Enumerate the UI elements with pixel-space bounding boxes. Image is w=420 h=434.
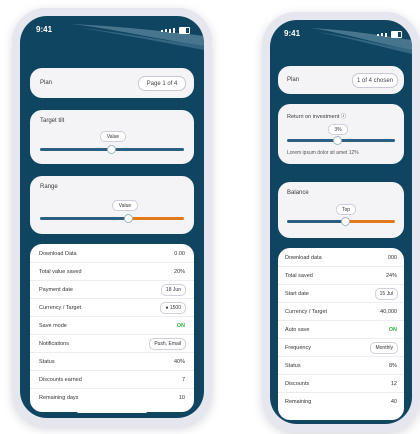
phone-left-screen: 9:41 Plan Page 1 of 4 Target tilt Value … bbox=[20, 16, 204, 418]
balance-slider-track-left[interactable] bbox=[287, 220, 345, 223]
settings-list: Download Data 0.00 Total value saved 20%… bbox=[30, 244, 194, 412]
list-item-value: 7 bbox=[181, 377, 185, 383]
target-slider-bubble: Value bbox=[100, 131, 126, 142]
list-item-value: 8% bbox=[389, 363, 397, 369]
target-slider-label: Target tilt bbox=[40, 118, 65, 124]
list-item[interactable]: Notifications Push, Email bbox=[30, 336, 194, 353]
roi-slider-knob[interactable] bbox=[333, 136, 342, 145]
list-item-label: Currency / Target bbox=[285, 309, 328, 315]
status-time: 9:41 bbox=[284, 29, 301, 38]
list-item[interactable]: Start date 15 Jul bbox=[278, 286, 404, 303]
list-item-label: Currency / Target bbox=[39, 305, 82, 311]
list-item[interactable]: Status 40% bbox=[30, 354, 194, 371]
list-item[interactable]: Save mode ON bbox=[30, 318, 194, 335]
list-item[interactable]: Remaining days 10 bbox=[30, 390, 194, 406]
plan-pill[interactable]: Page 1 of 4 bbox=[138, 76, 186, 91]
range-slider-label: Range bbox=[40, 184, 58, 190]
date-dropdown[interactable]: 15 Jul bbox=[374, 288, 398, 300]
balance-slider-label: Balance bbox=[287, 190, 309, 196]
range-slider-track-left[interactable] bbox=[40, 217, 128, 220]
list-item-value: 40,000 bbox=[380, 309, 397, 315]
status-bar: 9:41 bbox=[270, 29, 412, 41]
roi-slider-caption: Lorem ipsum dolor sit amet 12% bbox=[287, 150, 359, 156]
phone-left: 9:41 Plan Page 1 of 4 Target tilt Value … bbox=[12, 8, 212, 426]
list-item[interactable]: Download data 000 bbox=[278, 250, 404, 267]
list-item[interactable]: Download Data 0.00 bbox=[30, 246, 194, 263]
status-bar: 9:41 bbox=[20, 25, 204, 37]
balance-slider-track-right[interactable] bbox=[345, 220, 395, 223]
list-item-label: Download data bbox=[285, 255, 322, 261]
list-item-value: 10 bbox=[178, 395, 185, 401]
signal-battery-icons bbox=[377, 31, 402, 38]
list-item[interactable]: Payment date 18 Jun bbox=[30, 282, 194, 299]
roi-slider-card: Return on investment ⓘ 3% Lorem ipsum do… bbox=[278, 104, 404, 164]
list-item-label: Status bbox=[285, 363, 301, 369]
list-item-label: Status bbox=[39, 359, 55, 365]
list-item[interactable]: Remaining 40 bbox=[278, 394, 404, 410]
toggle-switch[interactable]: ON bbox=[389, 327, 397, 333]
list-item-label: Auto save bbox=[285, 327, 310, 333]
list-item-label: Total value saved bbox=[39, 269, 82, 275]
battery-icon bbox=[391, 31, 402, 38]
list-item[interactable]: Auto save ON bbox=[278, 322, 404, 339]
phone-right: 9:41 Plan 1 of 4 chosen Return on invest… bbox=[262, 12, 420, 432]
roi-slider-bubble: 3% bbox=[328, 124, 348, 135]
list-item[interactable]: Status 8% bbox=[278, 358, 404, 375]
list-item[interactable]: Total value saved 20% bbox=[30, 264, 194, 281]
toggle-switch[interactable]: ON bbox=[177, 323, 185, 329]
range-slider-knob[interactable] bbox=[124, 214, 133, 223]
list-item-label: Save mode bbox=[39, 323, 67, 329]
balance-slider-card: Balance Top bbox=[278, 182, 404, 238]
range-slider-track-right[interactable] bbox=[128, 217, 184, 220]
date-dropdown[interactable]: 18 Jun bbox=[160, 284, 186, 296]
list-item-value: 24% bbox=[385, 273, 397, 279]
list-item-label: Remaining bbox=[285, 399, 312, 405]
plan-pill[interactable]: 1 of 4 chosen bbox=[352, 73, 398, 88]
list-item-value: 000 bbox=[387, 255, 397, 261]
battery-icon bbox=[179, 27, 190, 34]
list-item-label: Total saved bbox=[285, 273, 313, 279]
list-item[interactable]: Currency / Target 40,000 bbox=[278, 304, 404, 321]
home-indicator[interactable] bbox=[311, 416, 371, 419]
target-slider-card: Target tilt Value bbox=[30, 110, 194, 164]
list-item-value: 0.00 bbox=[174, 251, 185, 257]
roi-slider-label: Return on investment ⓘ bbox=[287, 114, 347, 120]
phone-right-screen: 9:41 Plan 1 of 4 chosen Return on invest… bbox=[270, 20, 412, 424]
settings-list: Download data 000 Total saved 24% Start … bbox=[278, 248, 404, 420]
list-item-value: 20% bbox=[173, 269, 185, 275]
plan-card[interactable]: Plan 1 of 4 chosen bbox=[278, 66, 404, 94]
range-slider-card: Range Value bbox=[30, 176, 194, 234]
signal-battery-icons bbox=[161, 27, 190, 34]
list-item-label: Discounts earned bbox=[39, 377, 82, 383]
notification-dropdown[interactable]: Push, Email bbox=[149, 338, 186, 350]
list-item-label: Remaining days bbox=[39, 395, 79, 401]
plan-card[interactable]: Plan Page 1 of 4 bbox=[30, 68, 194, 98]
frequency-dropdown[interactable]: Monthly bbox=[370, 342, 398, 354]
list-item[interactable]: Total saved 24% bbox=[278, 268, 404, 285]
list-item[interactable]: Currency / Target ● 1500 bbox=[30, 300, 194, 317]
plan-label: Plan bbox=[287, 77, 300, 83]
list-item[interactable]: Frequency Monthly bbox=[278, 340, 404, 357]
home-indicator[interactable] bbox=[77, 410, 147, 413]
list-item-label: Discounts bbox=[285, 381, 310, 387]
list-item-value: 12 bbox=[390, 381, 397, 387]
list-item-label: Notifications bbox=[39, 341, 69, 347]
list-item-value: 40 bbox=[390, 399, 397, 405]
plan-label: Plan bbox=[40, 80, 53, 86]
currency-dropdown[interactable]: ● 1500 bbox=[160, 302, 186, 314]
range-slider-bubble: Value bbox=[112, 200, 138, 211]
status-time: 9:41 bbox=[36, 25, 53, 34]
list-item-label: Frequency bbox=[285, 345, 311, 351]
list-item-value: 40% bbox=[173, 359, 185, 365]
target-slider-knob[interactable] bbox=[107, 145, 116, 154]
list-item[interactable]: Discounts earned 7 bbox=[30, 372, 194, 389]
list-item-label: Payment date bbox=[39, 287, 73, 293]
balance-slider-knob[interactable] bbox=[341, 217, 350, 226]
list-item[interactable]: Discounts 12 bbox=[278, 376, 404, 393]
list-item-label: Start date bbox=[285, 291, 309, 297]
balance-slider-bubble: Top bbox=[336, 204, 356, 215]
list-item-label: Download Data bbox=[39, 251, 77, 257]
